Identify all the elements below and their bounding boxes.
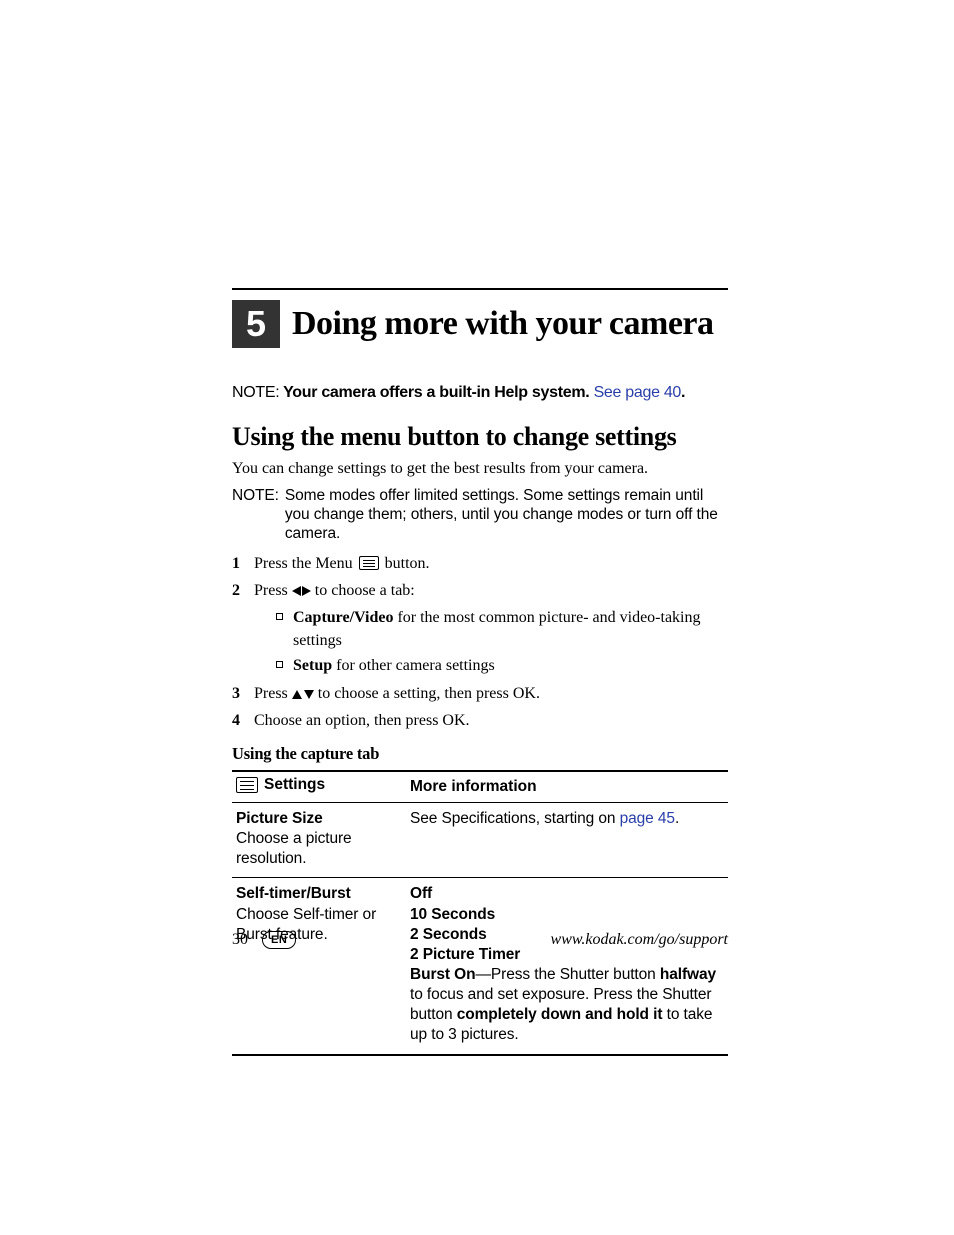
steps-list-cont: Press to choose a setting, then press OK… [232, 682, 728, 732]
subheading-capture-tab: Using the capture tab [232, 744, 728, 764]
page-link[interactable]: page 45 [620, 810, 675, 827]
page-number: 30 [232, 931, 248, 949]
table-row: Picture Size Choose a picture resolution… [232, 803, 728, 878]
chapter-number: 5 [232, 300, 280, 348]
square-bullet-icon [276, 661, 283, 668]
cell-setting: Picture Size Choose a picture resolution… [232, 803, 406, 878]
step-2: Press to choose a tab: [232, 579, 728, 602]
page-link[interactable]: See page 40 [594, 384, 681, 401]
bold-text: completely down and hold it [457, 1006, 663, 1023]
option-10s: 10 Seconds [410, 905, 724, 925]
footer-url[interactable]: www.kodak.com/go/support [551, 931, 728, 949]
arrow-right-icon [302, 586, 311, 596]
bold-text: halfway [660, 966, 716, 983]
settings-table: Settings More information Picture Size C… [232, 770, 728, 1056]
th-settings: Settings [232, 771, 406, 803]
chapter-header: 5 Doing more with your camera [232, 300, 728, 348]
info-text: See Specifications, starting on [410, 810, 620, 827]
bullet-bold: Capture/Video [293, 609, 393, 626]
note-period: . [681, 384, 685, 401]
square-bullet-icon [276, 613, 283, 620]
note-text: Some modes offer limited settings. Some … [285, 486, 728, 544]
step-text: Press [254, 685, 292, 702]
bullet-setup: Setup for other camera settings [276, 654, 728, 677]
step-text: button. [381, 555, 430, 572]
menu-icon [359, 556, 379, 570]
step-1: Press the Menu button. [232, 552, 728, 575]
cell-info: Off 10 Seconds 2 Seconds 2 Picture Timer… [406, 878, 728, 1055]
step-text: Press the Menu [254, 555, 357, 572]
note-limited-settings: NOTE: Some modes offer limited settings.… [232, 486, 728, 544]
arrow-up-icon [292, 690, 302, 699]
footer-left: 30 EN [232, 931, 296, 949]
top-rule [232, 288, 728, 300]
step-text: Choose an option, then press OK. [254, 709, 470, 732]
setting-title: Self-timer/Burst [236, 884, 404, 904]
note-help-system: NOTE: Your camera offers a built-in Help… [232, 384, 728, 402]
th-label: Settings [264, 776, 325, 794]
info-text: . [675, 810, 679, 827]
table-header-row: Settings More information [232, 771, 728, 803]
steps-list: Press the Menu button. Press to choose a… [232, 552, 728, 602]
tab-bullets: Capture/Video for the most common pictur… [276, 606, 728, 678]
step-text: to choose a setting, then press OK. [314, 685, 540, 702]
bullet-bold: Setup [293, 657, 332, 674]
bold-text: Burst On [410, 966, 476, 983]
th-more-info: More information [406, 771, 728, 803]
cell-setting: Self-timer/Burst Choose Self-timer or Bu… [232, 878, 406, 1055]
language-badge: EN [262, 931, 296, 949]
step-3: Press to choose a setting, then press OK… [232, 682, 728, 705]
step-text: Press [254, 582, 292, 599]
plain-text: —Press the Shutter button [476, 966, 660, 983]
setting-desc: Choose a picture resolution. [236, 829, 404, 869]
arrow-left-icon [292, 586, 301, 596]
step-4: Choose an option, then press OK. [232, 709, 728, 732]
setting-title: Picture Size [236, 809, 404, 829]
menu-icon [236, 777, 258, 793]
cell-info: See Specifications, starting on page 45. [406, 803, 728, 878]
note-text: Your camera offers a built-in Help syste… [283, 384, 593, 401]
step-text: to choose a tab: [311, 582, 415, 599]
intro-paragraph: You can change settings to get the best … [232, 458, 728, 480]
option-burst: Burst On—Press the Shutter button halfwa… [410, 965, 724, 1046]
bullet-capture-video: Capture/Video for the most common pictur… [276, 606, 728, 652]
section-heading: Using the menu button to change settings [232, 422, 728, 452]
option-off: Off [410, 884, 724, 904]
note-label: NOTE: [232, 486, 279, 544]
bullet-text: for other camera settings [332, 657, 495, 674]
note-label: NOTE: [232, 384, 279, 401]
arrow-down-icon [304, 690, 314, 699]
page-footer: 30 EN www.kodak.com/go/support [232, 931, 728, 949]
chapter-title: Doing more with your camera [292, 300, 714, 348]
manual-page: 5 Doing more with your camera NOTE: Your… [0, 0, 954, 1235]
table-row: Self-timer/Burst Choose Self-timer or Bu… [232, 878, 728, 1055]
